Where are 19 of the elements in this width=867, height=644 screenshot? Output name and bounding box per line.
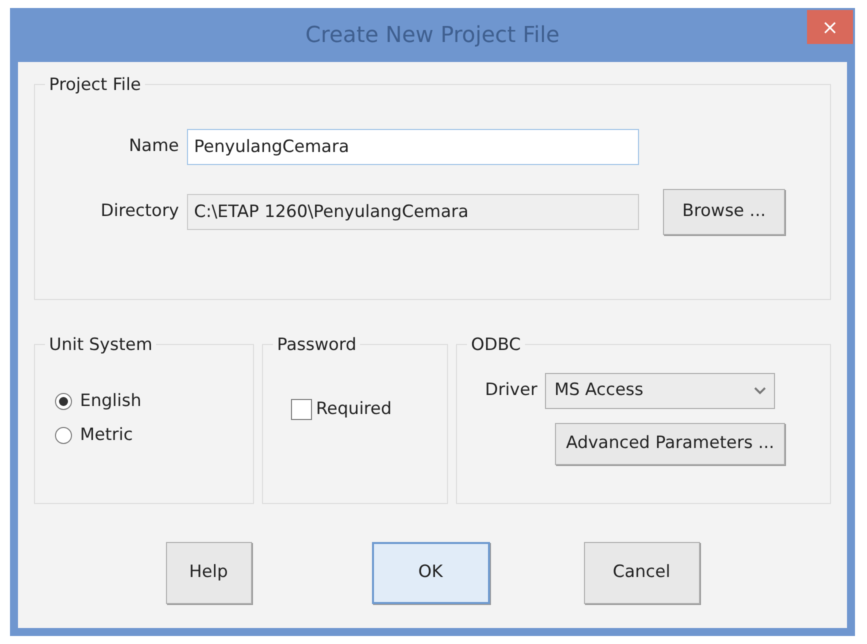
checkbox[interactable] <box>291 399 312 420</box>
field-label: Driver <box>485 379 538 402</box>
dialog-button[interactable]: Help <box>166 542 252 604</box>
radio-label: Metric <box>80 424 133 446</box>
browse-button[interactable]: Browse ... <box>663 189 785 235</box>
checkbox-label: Required <box>316 398 392 421</box>
dialog-button[interactable]: Cancel <box>584 542 700 604</box>
radio-button[interactable] <box>55 393 72 410</box>
radio-label: English <box>80 390 142 413</box>
driver-dropdown[interactable]: MS Access <box>545 373 776 409</box>
name-field[interactable]: PenyulangCemara <box>187 129 639 165</box>
chevron-icon <box>754 387 766 395</box>
advanced-parameters-button[interactable]: Advanced Parameters ... <box>555 423 786 465</box>
window-title: Create New Project File <box>305 22 560 50</box>
field-label: Directory <box>100 200 180 224</box>
dialog-button[interactable]: OK <box>372 542 490 604</box>
directory-field[interactable]: C:\ETAP 1260\PenyulangCemara <box>187 194 639 230</box>
radio-button[interactable] <box>55 426 72 444</box>
field-label: Name <box>128 135 180 158</box>
